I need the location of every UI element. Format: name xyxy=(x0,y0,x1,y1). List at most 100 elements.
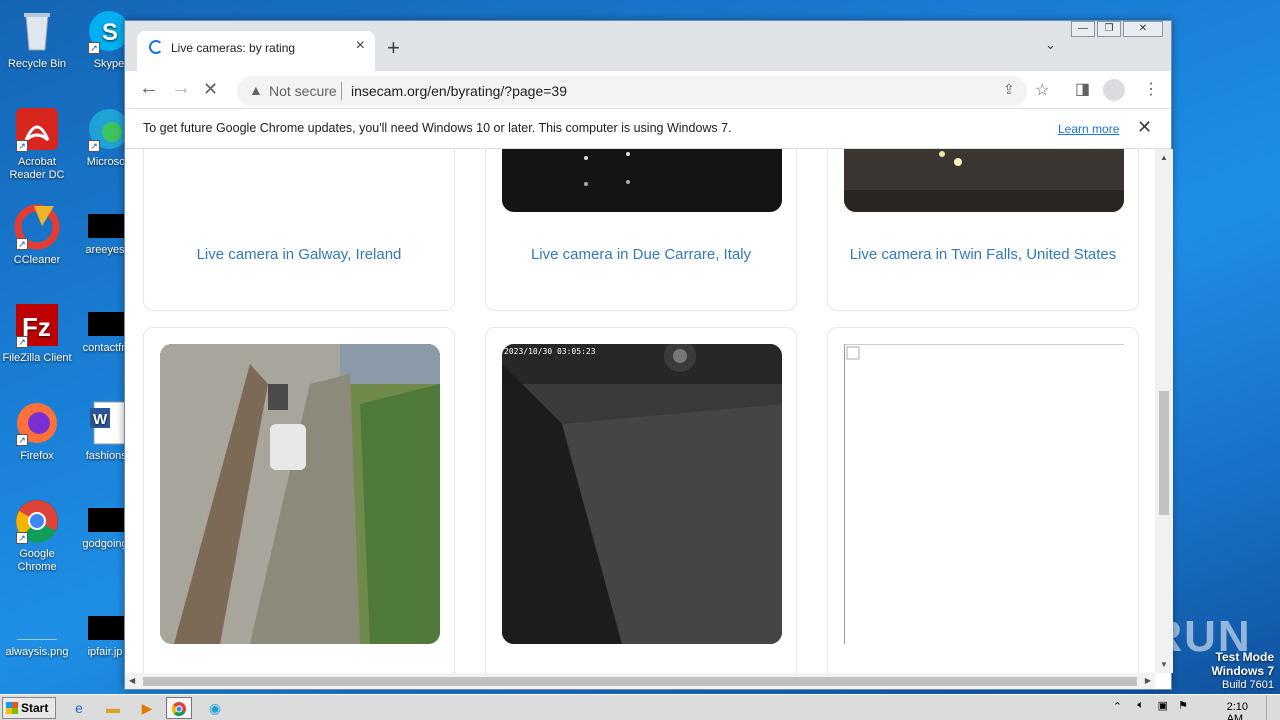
profile-avatar-icon[interactable] xyxy=(1103,79,1125,101)
infobar-message: To get future Google Chrome updates, you… xyxy=(143,121,732,135)
tab-strip: Live cameras: by rating × + ⌄ — ❐ ✕ xyxy=(125,21,1171,71)
action-center-flag-icon[interactable]: ⚑ xyxy=(1178,699,1188,712)
chrome-window: Live cameras: by rating × + ⌄ — ❐ ✕ ← → … xyxy=(124,20,1173,690)
kebab-menu-icon[interactable]: ⋮ xyxy=(1143,79,1159,99)
camera-link-galway[interactable]: Live camera in Galway, Ireland xyxy=(144,246,454,263)
page-content: Live camera in Galway, Ireland Live came… xyxy=(125,149,1155,673)
desktop-icon-label: Recycle Bin xyxy=(7,58,67,70)
volume-icon[interactable]: 🔈︎ xyxy=(1137,699,1144,712)
edge-taskbar-icon[interactable]: ◉ xyxy=(202,697,228,719)
desktop-icon-acrobat[interactable]: ↗ Acrobat Reader DC xyxy=(0,106,74,182)
desktop-icon-label: Firefox xyxy=(20,450,54,462)
desktop-icon-recycle-bin[interactable]: Recycle Bin xyxy=(0,8,74,71)
infobar-close-icon[interactable]: ✕ xyxy=(1137,117,1152,138)
browser-toolbar: ← → ✕ ▲ Not secure insecam.org/en/byrati… xyxy=(125,71,1171,109)
test-mode-watermark: Test Mode Windows 7 Build 7601 xyxy=(1211,651,1274,692)
show-hidden-icons-icon[interactable]: ⌃ xyxy=(1113,700,1122,713)
back-arrow-icon[interactable]: ← xyxy=(139,77,159,100)
internet-explorer-icon[interactable]: e xyxy=(66,697,92,719)
filezilla-icon: Fz ↗ xyxy=(14,302,60,348)
start-button[interactable]: Start xyxy=(2,697,56,719)
horizontal-scroll-thumb[interactable] xyxy=(143,677,1137,686)
desktop-icon-ccleaner[interactable]: ↗ CCleaner xyxy=(0,204,74,267)
file-thumbnail-icon xyxy=(88,312,128,336)
camera-thumbnail[interactable] xyxy=(160,344,440,644)
side-panel-icon[interactable]: ◨ xyxy=(1075,79,1090,99)
learn-more-link[interactable]: Learn more xyxy=(1058,122,1119,136)
desktop-icon-google-chrome[interactable]: ↗ Google Chrome xyxy=(0,498,74,574)
bookmark-star-icon[interactable]: ☆ xyxy=(1035,80,1049,100)
tab-live-cameras[interactable]: Live cameras: by rating × xyxy=(137,31,375,71)
vertical-scrollbar[interactable]: ▲ ▼ xyxy=(1155,149,1173,673)
tab-search-chevron-icon[interactable]: ⌄ xyxy=(1045,37,1056,53)
network-icon[interactable]: ▣ xyxy=(1158,699,1168,712)
camera-thumbnail[interactable] xyxy=(844,149,1124,212)
desktop-icon-label: Skype xyxy=(93,58,125,70)
camera-link-twin-falls[interactable]: Live camera in Twin Falls, United States xyxy=(828,246,1138,263)
desktop-icon-label: CCleaner xyxy=(13,254,61,266)
watermark-line-3: Build 7601 xyxy=(1222,679,1274,691)
desktop-icon-firefox[interactable]: ↗ Firefox xyxy=(0,400,74,463)
restore-icon[interactable]: ❐ xyxy=(1097,21,1121,37)
scroll-left-arrow-icon[interactable]: ◀ xyxy=(129,676,135,685)
show-desktop-button[interactable] xyxy=(1266,695,1280,720)
url-text[interactable]: insecam.org/en/byrating/?page=39 xyxy=(351,83,567,99)
tab-title: Live cameras: by rating xyxy=(171,41,296,55)
desktop-icon-label: FileZilla Client xyxy=(2,352,72,364)
stop-loading-icon[interactable]: ✕ xyxy=(203,79,218,100)
camera-thumbnail[interactable]: 2023/10/30 03:05:23 xyxy=(502,344,782,644)
clock[interactable]: 2:10 AM xyxy=(1227,701,1248,720)
chrome-icon: ↗ xyxy=(14,498,60,544)
new-tab-button[interactable]: + xyxy=(387,35,400,61)
horizontal-scrollbar[interactable]: ◀ ▶ xyxy=(125,673,1155,689)
firefox-icon: ↗ xyxy=(14,400,60,446)
acrobat-icon: ↗ xyxy=(14,106,60,152)
start-label: Start xyxy=(21,701,49,715)
camera-card: Live camera in Galway, Ireland xyxy=(143,149,455,311)
desktop-icon-label: ipfair.jp xyxy=(87,646,123,658)
svg-text:W: W xyxy=(93,411,108,428)
window-controls: — ❐ ✕ xyxy=(1071,21,1163,37)
watermark-line-1: Test Mode xyxy=(1215,650,1274,664)
scroll-down-arrow-icon[interactable]: ▼ xyxy=(1160,660,1168,669)
desktop-icon-filezilla[interactable]: Fz ↗ FileZilla Client xyxy=(0,302,74,365)
desktop-icon-alwaysis[interactable]: alwaysis.png xyxy=(0,620,74,659)
file-thumbnail-icon xyxy=(88,616,128,640)
not-secure-label[interactable]: Not secure xyxy=(269,83,337,99)
scroll-up-arrow-icon[interactable]: ▲ xyxy=(1160,153,1168,162)
camera-link-due-carrare[interactable]: Live camera in Due Carrare, Italy xyxy=(486,246,796,263)
camera-card xyxy=(143,327,455,673)
recycle-bin-icon xyxy=(14,8,60,54)
camera-thumbnail[interactable] xyxy=(502,149,782,212)
vertical-scroll-thumb[interactable] xyxy=(1159,391,1169,515)
camera-card: Live camera in Due Carrare, Italy xyxy=(485,149,797,311)
desktop-icon-label: alwaysis.png xyxy=(5,646,69,658)
forward-arrow-icon[interactable]: → xyxy=(171,77,191,100)
file-explorer-icon[interactable]: ▬ xyxy=(100,697,126,719)
address-bar[interactable]: ▲ Not secure insecam.org/en/byrating/?pa… xyxy=(237,76,1049,106)
warning-triangle-icon[interactable]: ▲ xyxy=(249,82,263,98)
svg-text:S: S xyxy=(102,19,118,46)
chrome-taskbar-icon[interactable] xyxy=(166,697,192,719)
camera-card xyxy=(827,327,1139,673)
broken-image-placeholder[interactable] xyxy=(844,344,1124,644)
desktop-icon-label: contactfri xyxy=(82,342,128,354)
broken-image-icon xyxy=(846,346,860,360)
file-thumbnail-icon xyxy=(88,214,128,238)
close-window-icon[interactable]: ✕ xyxy=(1123,21,1163,37)
loading-spinner-icon xyxy=(149,40,163,54)
windows-flag-icon xyxy=(6,702,18,714)
image-file-icon xyxy=(17,620,57,640)
media-player-icon[interactable]: ▶ xyxy=(134,697,160,719)
file-thumbnail-icon xyxy=(88,508,128,532)
camera-card: Live camera in Twin Falls, United States xyxy=(827,149,1139,311)
share-icon[interactable]: ⇪ xyxy=(1003,81,1015,98)
tab-close-icon[interactable]: × xyxy=(356,37,365,55)
desktop-icon-label: godgoing xyxy=(82,538,128,550)
desktop-icon-label: areeyes xyxy=(85,244,125,256)
update-infobar: To get future Google Chrome updates, you… xyxy=(125,109,1171,149)
taskbar: Start e ▬ ▶ ◉ ⌃ 🔈︎ ▣ ⚑ 2:10 AM xyxy=(0,694,1280,720)
scroll-right-arrow-icon[interactable]: ▶ xyxy=(1145,676,1151,685)
minimize-icon[interactable]: — xyxy=(1071,21,1095,37)
omnibox-divider xyxy=(341,82,342,100)
